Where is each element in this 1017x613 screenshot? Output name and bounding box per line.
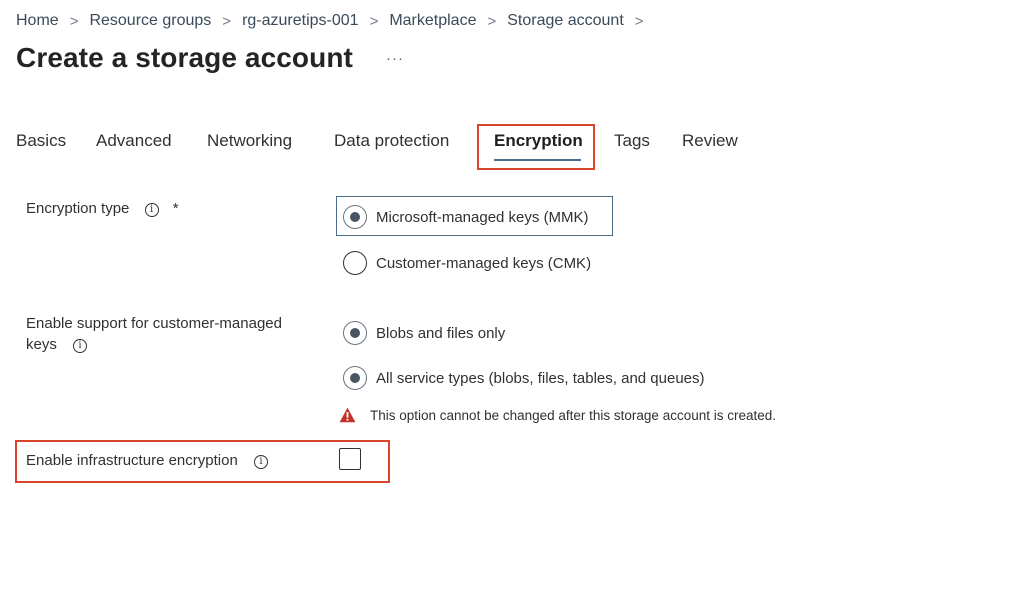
breadcrumb: Home > Resource groups > rg-azuretips-00… <box>16 10 655 32</box>
breadcrumb-home[interactable]: Home <box>16 12 59 30</box>
radio-label-blobs-files: Blobs and files only <box>376 324 506 342</box>
breadcrumb-resource-groups[interactable]: Resource groups <box>89 12 211 30</box>
warning-message: This option cannot be changed after this… <box>339 407 776 423</box>
more-options-button[interactable]: ··· <box>386 50 404 67</box>
tab-encryption[interactable]: Encryption <box>494 131 583 151</box>
cmk-support-label: Enable support for customer-managed keys… <box>26 313 282 355</box>
tab-advanced[interactable]: Advanced <box>96 131 172 151</box>
breadcrumb-separator-icon: > <box>634 12 644 30</box>
radio-label-cmk: Customer-managed keys (CMK) <box>376 254 592 272</box>
tab-review[interactable]: Review <box>682 131 738 151</box>
radio-unselected-icon[interactable] <box>343 251 367 275</box>
warning-text: This option cannot be changed after this… <box>370 407 777 423</box>
radio-option-cmk[interactable]: Customer-managed keys (CMK) <box>343 251 591 275</box>
tab-tags[interactable]: Tags <box>614 131 650 151</box>
radio-option-all-services[interactable]: All service types (blobs, files, tables,… <box>343 366 705 390</box>
tab-networking[interactable]: Networking <box>207 131 292 151</box>
encryption-type-label: Encryption type i * <box>26 198 179 219</box>
breadcrumb-storage-account[interactable]: Storage account <box>507 12 624 30</box>
radio-label-mmk: Microsoft-managed keys (MMK) <box>376 208 589 226</box>
breadcrumb-resource-group[interactable]: rg-azuretips-001 <box>242 12 359 30</box>
tab-data-protection[interactable]: Data protection <box>334 131 449 151</box>
warning-triangle-icon <box>339 407 356 423</box>
breadcrumb-separator-icon: > <box>69 12 79 30</box>
infrastructure-encryption-checkbox[interactable] <box>339 448 361 470</box>
info-icon[interactable]: i <box>73 339 88 353</box>
active-tab-indicator <box>494 159 581 161</box>
infrastructure-encryption-label-text: Enable infrastructure encryption <box>26 452 238 469</box>
breadcrumb-separator-icon: > <box>369 12 379 30</box>
cmk-support-label-line2: keys <box>26 336 57 353</box>
required-marker: * <box>172 200 179 217</box>
breadcrumb-separator-icon: > <box>222 12 232 30</box>
tab-basics[interactable]: Basics <box>16 131 66 151</box>
cmk-support-label-line2-row: keys i <box>26 334 282 355</box>
encryption-type-label-text: Encryption type <box>26 200 130 217</box>
infrastructure-encryption-label: Enable infrastructure encryption i <box>26 450 268 471</box>
breadcrumb-separator-icon: > <box>487 12 497 30</box>
radio-selected-icon[interactable] <box>343 205 367 229</box>
radio-label-all-services: All service types (blobs, files, tables,… <box>376 369 705 387</box>
radio-selected-icon[interactable] <box>343 366 367 390</box>
radio-option-mmk[interactable]: Microsoft-managed keys (MMK) <box>343 205 589 229</box>
info-icon[interactable]: i <box>253 455 268 469</box>
radio-selected-icon[interactable] <box>343 321 367 345</box>
radio-option-blobs-files[interactable]: Blobs and files only <box>343 321 505 345</box>
cmk-support-label-line1: Enable support for customer-managed <box>26 315 282 332</box>
info-icon[interactable]: i <box>144 203 159 217</box>
page-title: Create a storage account <box>16 42 353 73</box>
breadcrumb-marketplace[interactable]: Marketplace <box>389 12 476 30</box>
